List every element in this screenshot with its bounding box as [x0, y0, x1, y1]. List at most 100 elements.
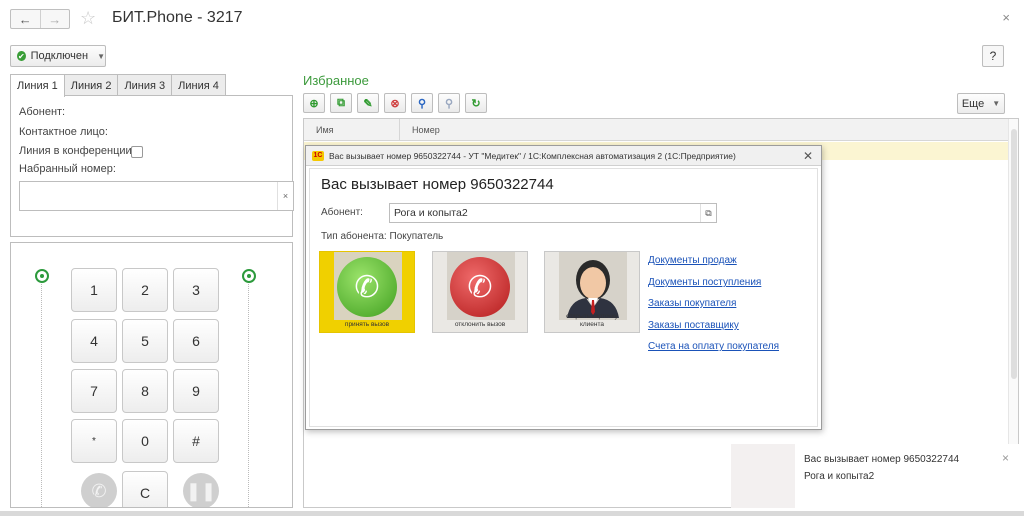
dialed-number-label: Набранный номер:: [19, 163, 116, 175]
link-customer-invoices[interactable]: Счета на оплату покупателя: [648, 341, 779, 352]
accept-call-button[interactable]: ✆ принять вызов: [319, 251, 415, 333]
link-customer-orders[interactable]: Заказы покупателя: [648, 298, 736, 309]
open-client-card-button[interactable]: открыть карточку клиента: [544, 251, 640, 333]
accept-caption: принять вызов: [344, 321, 390, 328]
subscriber-type-label: Тип абонента:: [321, 231, 387, 242]
search-icon[interactable]: ⚲: [411, 93, 433, 113]
subscriber-type-value: Покупатель: [389, 231, 444, 242]
chevron-down-icon: ▼: [97, 51, 105, 61]
call-icon[interactable]: ✆: [81, 473, 117, 507]
conference-label: Линия в конференции:: [19, 145, 135, 157]
key-7[interactable]: 7: [71, 369, 117, 413]
more-button[interactable]: Еще ▼: [957, 93, 1005, 114]
link-supplier-orders[interactable]: Заказы поставщику: [648, 320, 739, 331]
card-image: ✆: [334, 255, 400, 319]
tab-line-2[interactable]: Линия 2: [63, 74, 119, 96]
conference-checkbox[interactable]: [131, 146, 143, 158]
notification-title: Вас вызывает номер 9650322744: [804, 454, 960, 465]
subscriber-type-row: Тип абонента: Покупатель: [321, 231, 443, 242]
slider-knob[interactable]: [242, 269, 256, 283]
notification-text: Рога и копыта2: [804, 471, 875, 482]
delete-icon[interactable]: ⊗: [384, 93, 406, 113]
slider-knob[interactable]: [35, 269, 49, 283]
add-icon[interactable]: ⊕: [303, 93, 325, 113]
client-avatar-icon: [567, 260, 619, 318]
key-5[interactable]: 5: [122, 319, 168, 363]
reject-caption: отклонить вызов: [454, 321, 506, 328]
key-3[interactable]: 3: [173, 268, 219, 312]
help-button[interactable]: ?: [982, 45, 1004, 67]
dialog-heading: Вас вызывает номер 9650322744: [321, 176, 554, 193]
dialog-close-button[interactable]: ✕: [803, 149, 813, 163]
line-tabs: Линия 1 Линия 2 Линия 3 Линия 4: [10, 74, 226, 97]
column-number[interactable]: Номер: [399, 119, 1018, 140]
chevron-down-icon: ▼: [992, 99, 1001, 108]
clear-icon[interactable]: ×: [277, 182, 293, 210]
dialog-content: Вас вызывает номер 9650322744 Абонент: Р…: [309, 168, 818, 427]
close-icon[interactable]: ×: [1002, 451, 1009, 465]
volume-slider-right[interactable]: [242, 269, 256, 507]
favorite-star-icon[interactable]: ☆: [80, 8, 96, 29]
more-label: Еще: [961, 97, 985, 110]
forward-arrow-icon: →: [48, 11, 62, 27]
dialog-subscriber-label: Абонент:: [321, 207, 363, 218]
key-2[interactable]: 2: [122, 268, 168, 312]
forward-button[interactable]: →: [39, 10, 70, 28]
table-header: Имя Номер: [304, 119, 1018, 141]
window-close-button[interactable]: ×: [1002, 10, 1010, 25]
subscriber-value: Рога и копыта2: [394, 207, 468, 219]
window-title: БИТ.Phone - 3217: [112, 9, 243, 26]
key-9[interactable]: 9: [173, 369, 219, 413]
dialog-title-bar: 1С Вас вызывает номер 9650322744 - УТ "М…: [306, 146, 821, 166]
card-image: ✆: [447, 255, 513, 319]
volume-slider-left[interactable]: [35, 269, 49, 507]
notification-thumbnail: [731, 444, 795, 508]
key-6[interactable]: 6: [173, 319, 219, 363]
keypad-panel: 1 2 3 4 5 6 7 8 9 * 0 # ✆ C ❚❚: [10, 242, 293, 508]
scrollbar-thumb[interactable]: [1011, 129, 1017, 379]
key-hash[interactable]: #: [173, 419, 219, 463]
title-bar: ← → ☆ БИТ.Phone - 3217 ×: [0, 0, 1024, 38]
client-card-caption: открыть карточку клиента: [566, 313, 618, 328]
phone-accept-icon: ✆: [337, 257, 397, 317]
back-button[interactable]: ←: [11, 10, 40, 28]
key-star[interactable]: *: [71, 419, 117, 463]
copy-icon[interactable]: ⧉: [330, 93, 352, 113]
tab-line-4[interactable]: Линия 4: [171, 74, 226, 96]
connection-status-dropdown[interactable]: ✔ Подключен ▼: [10, 45, 106, 67]
incoming-call-dialog: 1С Вас вызывает номер 9650322744 - УТ "М…: [305, 145, 822, 430]
column-name[interactable]: Имя: [304, 119, 399, 140]
link-sales-documents[interactable]: Документы продаж: [648, 255, 737, 266]
bottom-bar: [0, 511, 1024, 516]
refresh-icon[interactable]: ↻: [465, 93, 487, 113]
hold-icon[interactable]: ❚❚: [183, 473, 219, 507]
line-details-panel: Абонент: Контактное лицо: Линия в конфер…: [10, 95, 294, 237]
dialog-title: Вас вызывает номер 9650322744 - УТ "Меди…: [329, 150, 736, 161]
status-label: Подключен: [30, 50, 89, 62]
tab-line-3[interactable]: Линия 3: [117, 74, 173, 96]
edit-icon[interactable]: ✎: [357, 93, 379, 113]
key-1[interactable]: 1: [71, 268, 117, 312]
favorites-toolbar: ⊕ ⧉ ✎ ⊗ ⚲ ⚲ ↻: [303, 93, 487, 115]
subscriber-field[interactable]: Рога и копыта2 ⧉: [389, 203, 717, 223]
incoming-call-notification[interactable]: Вас вызывает номер 9650322744 Рога и коп…: [731, 444, 1019, 508]
contact-label: Контактное лицо:: [19, 126, 108, 138]
key-0[interactable]: 0: [122, 419, 168, 463]
key-8[interactable]: 8: [122, 369, 168, 413]
open-icon[interactable]: ⧉: [700, 204, 716, 222]
key-clear[interactable]: C: [122, 471, 168, 507]
favorites-title: Избранное: [303, 73, 369, 88]
reject-call-button[interactable]: ✆ отклонить вызов: [432, 251, 528, 333]
slider-track: [41, 277, 42, 507]
onec-logo-icon: 1С: [312, 150, 324, 161]
phone-reject-icon: ✆: [450, 257, 510, 317]
subscriber-label: Абонент:: [19, 106, 66, 118]
link-receipt-documents[interactable]: Документы поступления: [648, 277, 761, 288]
key-4[interactable]: 4: [71, 319, 117, 363]
slider-track: [248, 277, 249, 507]
dialed-number-input[interactable]: ×: [19, 181, 294, 211]
nav-buttons: ← →: [10, 9, 70, 29]
back-arrow-icon: ←: [18, 11, 32, 27]
tab-line-1[interactable]: Линия 1: [10, 74, 65, 97]
search-cancel-icon[interactable]: ⚲: [438, 93, 460, 113]
